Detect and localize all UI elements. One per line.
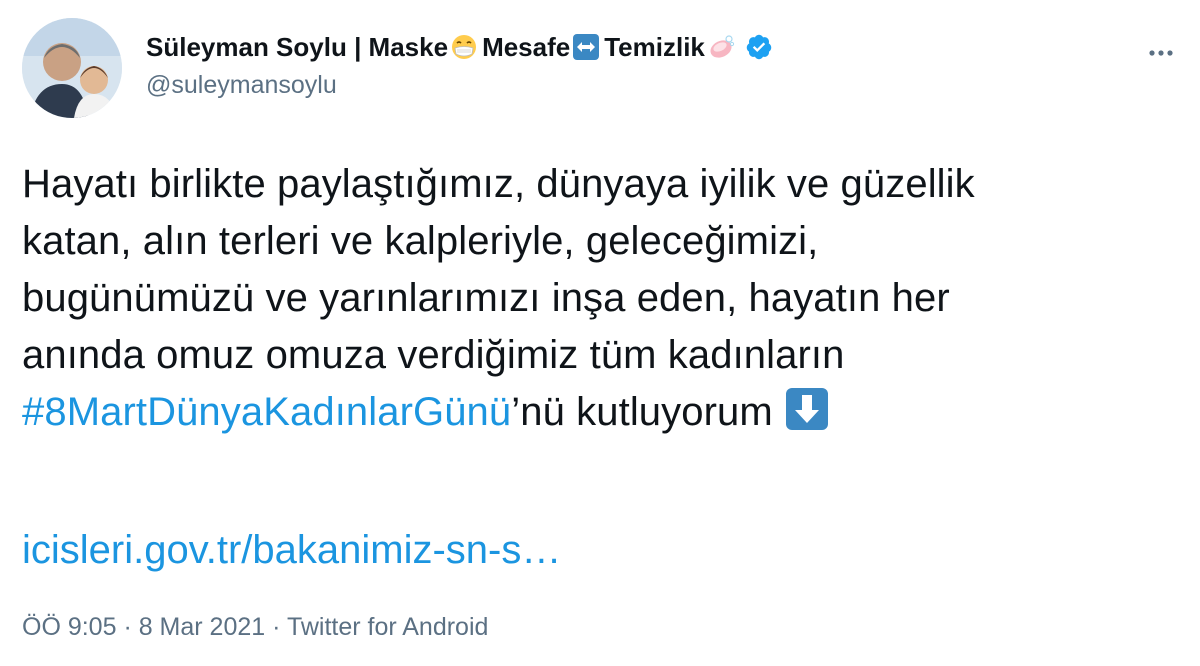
tweet-timestamp-source[interactable]: ÖÖ 9:05 · 8 Mar 2021 · Twitter for Andro… (22, 610, 488, 644)
tweet-text: Hayatı birlikte paylaştığımız, dünyaya i… (22, 156, 1172, 441)
tweet-card: Süleyman Soylu | Maske Mesafe Temizlik @… (0, 0, 1200, 666)
user-handle[interactable]: @suleymansoylu (146, 70, 773, 100)
down-arrow-icon (785, 388, 828, 430)
face-with-medical-mask-icon (452, 35, 477, 59)
external-link[interactable]: icisleri.gov.tr/bakanimiz-sn-s… (22, 522, 561, 579)
soap-icon (710, 35, 734, 58)
hashtag-link[interactable]: #8MartDünyaKadınlarGünü (22, 390, 511, 434)
tweet-text-line: bugünümüzü ve yarınlarımızı inşa eden, h… (22, 276, 950, 320)
avatar-photo (22, 18, 122, 118)
left-right-arrow-icon (573, 34, 600, 60)
tweet-text-line: anında omuz omuza verdiğimiz tüm kadınla… (22, 333, 845, 377)
display-name[interactable]: Süleyman Soylu | Maske Mesafe Temizlik (146, 30, 773, 64)
tweet-header: Süleyman Soylu | Maske Mesafe Temizlik @… (22, 18, 1180, 118)
more-options-icon[interactable] (1146, 38, 1176, 68)
user-info: Süleyman Soylu | Maske Mesafe Temizlik @… (146, 30, 773, 100)
display-name-part3: Temizlik (604, 32, 705, 62)
display-name-part1: Süleyman Soylu | Maske (146, 32, 449, 62)
display-name-part2: Mesafe (482, 32, 571, 62)
tweet-text-line: Hayatı birlikte paylaştığımız, dünyaya i… (22, 162, 975, 206)
tweet-text-line-hashtag: #8MartDünyaKadınlarGünü’nü kutluyorum (22, 384, 1172, 441)
tweet-text-line: katan, alın terleri ve kalpleriyle, gele… (22, 219, 819, 263)
hashtag-suffix: ’nü kutluyorum (511, 390, 773, 434)
verified-badge-icon (746, 34, 772, 60)
avatar[interactable] (22, 18, 122, 118)
